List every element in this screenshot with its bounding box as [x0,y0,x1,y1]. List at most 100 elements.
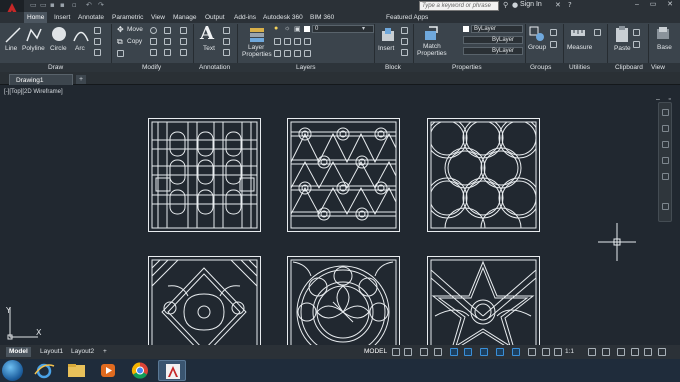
auto-scale-icon[interactable] [554,348,562,356]
paste-icon[interactable] [614,25,630,43]
line-icon[interactable] [4,26,22,44]
circle-icon[interactable] [50,25,68,43]
taskbar-file-explorer[interactable] [62,360,90,381]
move-icon[interactable]: ✥ [117,25,124,34]
panel-label-clipboard[interactable]: Clipboard [615,63,643,72]
tab-manage[interactable]: Manage [173,12,197,23]
base-button[interactable]: Base [657,44,672,51]
leader-icon[interactable] [223,38,230,45]
ungroup-icon[interactable] [550,29,557,36]
customization-icon[interactable] [658,348,666,356]
taskbar-internet-explorer[interactable] [30,360,58,381]
start-button[interactable] [2,360,23,381]
hatch-icon[interactable] [94,38,101,45]
tab-home[interactable]: Home [24,12,48,23]
undo-icon[interactable]: ↶ [86,1,92,9]
panel-label-annotation[interactable]: Annotation [199,63,230,72]
copy-clip-icon[interactable] [633,41,640,48]
taskbar-chrome[interactable] [126,360,154,381]
offset-icon[interactable] [180,49,187,56]
taskbar-autocad[interactable] [158,360,186,381]
tab-layout1[interactable]: Layout1 [37,347,66,357]
circle-button[interactable]: Circle [50,45,67,52]
snap-icon[interactable] [404,348,412,356]
tab-model[interactable]: Model [6,347,31,357]
clean-screen-icon[interactable] [644,348,652,356]
layer-lock-icon[interactable] [304,38,311,45]
copy-button[interactable]: Copy [127,38,142,45]
redo-icon[interactable]: ↷ [98,1,104,9]
viewport-controls[interactable]: [-][Top][2D Wireframe] [4,89,63,95]
erase-icon[interactable] [180,27,187,34]
insert-block-icon[interactable] [380,27,396,43]
rectangle-icon[interactable] [94,27,101,34]
linetype-dropdown[interactable]: ByLayer [463,36,523,44]
help-icon[interactable]: ? [568,1,572,9]
stretch-icon[interactable] [117,50,124,57]
tab-addins[interactable]: Add-ins [234,12,256,23]
tab-output[interactable]: Output [205,12,225,23]
match-properties-icon[interactable] [423,25,439,41]
annotation-monitor-icon[interactable] [602,348,610,356]
insert-button[interactable]: Insert [378,45,394,52]
scale-icon[interactable] [150,49,157,56]
panel-label-utilities[interactable]: Utilities [569,63,590,72]
layer-off-icon[interactable] [274,38,281,45]
dynamic-input-icon[interactable] [434,348,442,356]
layer-properties-line1[interactable]: Layer [248,44,264,51]
maximize-button[interactable]: ▭ [646,0,660,10]
explode-icon[interactable] [180,38,187,45]
rotate-icon[interactable] [150,27,157,34]
taskbar-media-player[interactable] [94,360,122,381]
fillet-icon[interactable] [164,38,171,45]
measure-button[interactable]: Measure [567,44,592,51]
exchange-icon[interactable]: ✕ [555,1,561,9]
pattern-overlapping-circles[interactable] [427,118,540,232]
object-snap-icon[interactable] [512,348,520,356]
layer-properties-line2[interactable]: Properties [242,51,272,58]
layer-on-icon[interactable] [274,50,281,57]
move-button[interactable]: Move [127,26,143,33]
ortho-icon[interactable] [450,348,458,356]
isolate-objects-icon[interactable] [617,348,625,356]
layer-freeze-icon[interactable] [294,38,301,45]
annotation-scale[interactable]: 1:1 [565,347,574,357]
layer-properties-icon[interactable] [248,25,266,43]
array-icon[interactable] [164,49,171,56]
grid-icon[interactable] [392,348,400,356]
pattern-star-knot[interactable] [427,256,540,345]
text-button[interactable]: Text [203,45,215,52]
arc-icon[interactable] [72,26,90,44]
gradient-icon[interactable] [94,49,101,56]
tab-insert[interactable]: Insert [54,12,70,23]
annotation-visibility-icon[interactable] [542,348,550,356]
color-dropdown[interactable]: ByLayer [471,25,523,33]
pattern-swirl-triangles[interactable] [148,256,261,345]
plot-icon[interactable]: ▫ [72,1,77,9]
search-input[interactable]: Type a keyword or phrase [419,1,499,11]
workspace-gear-icon[interactable] [588,348,596,356]
attribute-icon[interactable] [401,49,408,56]
zoom-icon[interactable] [662,141,669,148]
arc-button[interactable]: Arc [75,45,85,52]
new-file-tab-button[interactable]: + [76,75,86,84]
new-icon[interactable]: ▭ [30,1,37,9]
polyline-button[interactable]: Polyline [22,45,45,52]
pattern-circles-triangles[interactable] [287,118,400,232]
polar-tracking-icon[interactable] [464,348,472,356]
tab-bim-360[interactable]: BIM 360 [310,12,334,23]
infer-constraints-icon[interactable] [420,348,428,356]
tab-featured-apps[interactable]: Featured Apps [386,12,428,23]
match-properties-line1[interactable]: Match [423,43,441,50]
mirror-icon[interactable] [150,38,157,45]
create-block-icon[interactable] [401,27,408,34]
table-icon[interactable] [223,49,230,56]
panel-label-groups[interactable]: Groups [530,63,551,72]
showmotion-icon[interactable] [662,173,669,180]
paste-button[interactable]: Paste [614,45,631,52]
open-icon[interactable]: ▭ [40,1,47,9]
binoculars-icon[interactable]: ⚲ [503,1,508,9]
drawing-canvas[interactable]: [-][Top][2D Wireframe] – ▫ ✕ Y X [0,86,680,345]
panel-label-modify[interactable]: Modify [142,63,161,72]
tab-annotate[interactable]: Annotate [78,12,104,23]
